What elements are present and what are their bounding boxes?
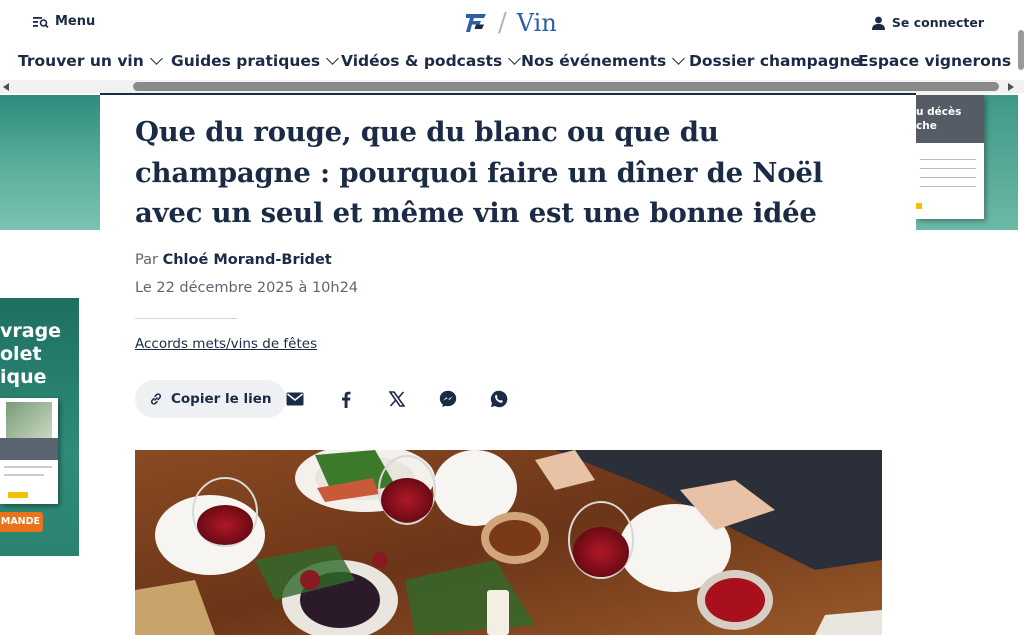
menu-search-icon [33,16,49,28]
article-byline: Par Chloé Morand-Bridet [135,252,332,268]
left-side-advertisement[interactable]: vrage olet ique MANDE [0,298,79,556]
scroll-left-arrow-icon[interactable] [3,83,9,91]
dinner-table-photo [135,450,882,635]
nav-item-trouver-un-vin[interactable]: Trouver un vin [18,52,163,70]
nav-item-videos-podcasts[interactable]: Vidéos & podcasts [341,52,522,70]
menu-label: Menu [55,14,96,29]
ad-book-title-text: u décès che [916,105,984,133]
copy-link-button[interactable]: Copier le lien [135,380,286,418]
facebook-icon[interactable] [336,389,356,409]
menu-button[interactable]: Menu [33,14,95,29]
ad-cta-button[interactable]: MANDE [0,512,43,532]
main-navigation: Trouver un vin Guides pratiques Vidéos &… [0,48,1024,80]
section-name: Vin [516,9,557,37]
scroll-right-arrow-icon[interactable] [1008,83,1014,91]
user-icon [871,16,885,30]
chevron-down-icon [508,52,522,65]
x-icon[interactable] [387,389,407,409]
chevron-down-icon [326,52,339,65]
ad-headline-line: olet [0,343,42,365]
brand-separator: / [498,8,507,38]
nav-label: Guides pratiques [171,52,321,70]
figaro-logo-icon [466,14,486,32]
ad-book-title-line: u décès [916,106,962,118]
article-hero-image [135,450,882,635]
ad-book-line [4,466,52,468]
nav-item-espace-vignerons[interactable]: Espace vignerons [858,52,1011,70]
chevron-down-icon [149,52,163,65]
divider [135,318,237,319]
nav-label: Dossier champagne [689,52,861,70]
ad-book-title-line: che [916,120,937,132]
nav-label: Espace vignerons [858,52,1012,70]
horizontal-scrollbar[interactable] [0,80,1024,93]
email-icon[interactable] [285,389,305,409]
scrollbar-thumb[interactable] [133,82,999,91]
brand-logo[interactable]: / Vin [464,8,557,38]
publication-date: Le 22 décembre 2025 à 10h24 [135,280,359,296]
login-label: Se connecter [891,15,984,30]
nav-label: Trouver un vin [18,52,144,70]
ad-book-sticker [916,203,922,209]
link-icon [150,393,162,405]
article-title: Que du rouge, que du blanc ou que du cha… [135,116,823,229]
login-button[interactable]: Se connecter [871,15,984,30]
nav-label: Nos événements [521,52,667,70]
ad-book-band [0,438,58,460]
whatsapp-icon[interactable] [489,389,509,409]
ad-headline-line: vrage [0,320,62,342]
category-tag-link[interactable]: Accords mets/vins de fêtes [135,336,317,352]
chevron-down-icon [672,52,686,65]
author-link[interactable]: Chloé Morand-Bridet [163,252,332,268]
site-header: Menu / Vin Se connecter [0,0,1024,48]
ad-book-photo [6,402,52,438]
share-toolbar: Copier le lien [135,380,286,418]
copy-link-label: Copier le lien [171,391,272,407]
header-divider [100,93,916,95]
ad-book-image [0,398,58,504]
ad-headline-line: ique [0,366,47,388]
ad-book-cover[interactable]: u décès che [916,95,984,219]
nav-label: Vidéos & podcasts [341,52,503,70]
ad-book-line [4,474,44,476]
ad-book-title: u décès che [916,95,984,143]
nav-item-guides-pratiques[interactable]: Guides pratiques [171,52,339,70]
nav-item-nos-evenements[interactable]: Nos événements [521,52,686,70]
ad-book-lines [916,143,984,195]
nav-item-dossier-champagne[interactable]: Dossier champagne [689,52,861,70]
messenger-icon[interactable] [438,389,458,409]
byline-prefix: Par [135,252,158,268]
ad-book-sticker [8,492,28,498]
